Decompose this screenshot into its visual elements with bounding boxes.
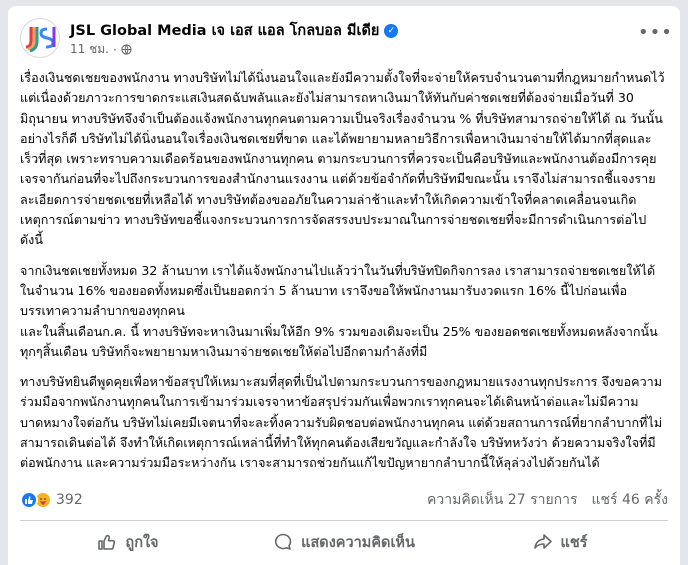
engagement-counts: ความคิดเห็น 27 รายการ แชร์ 46 ครั้ง [427, 489, 668, 511]
thumbs-up-icon [98, 534, 116, 550]
like-reaction-icon [20, 491, 38, 509]
reaction-icons [20, 491, 52, 509]
verified-badge-icon: ✓ [384, 23, 399, 38]
page-name[interactable]: JSL Global Media เจ เอส แอล โกลบอล มีเดี… [70, 19, 379, 42]
post-paragraph: จากเงินชดเชยทั้งหมด 32 ล้านบาท เราได้แจ้… [20, 262, 658, 359]
post-header: JSL Global Media เจ เอส แอล โกลบอล มีเดี… [20, 16, 672, 60]
jsl-logo-icon [25, 27, 56, 53]
like-label: ถูกใจ [125, 534, 159, 551]
comment-label: แสดงความคิดเห็น [301, 534, 415, 551]
post-body: เรื่องเงินชดเชยของพนักงาน ทางบริษัทไม่ได… [20, 68, 668, 484]
comment-icon [275, 533, 292, 550]
ellipsis-icon[interactable]: ••• [638, 20, 672, 50]
meta-separator: · [112, 42, 117, 57]
post-paragraph: เรื่องเงินชดเชยของพนักงาน ทางบริษัทไม่ได… [20, 70, 665, 248]
share-button[interactable]: แชร์ [452, 525, 668, 559]
reaction-summary[interactable]: 392 [20, 491, 83, 509]
actions-divider [20, 520, 668, 521]
post-card: JSL Global Media เจ เอส แอล โกลบอล มีเดี… [8, 6, 680, 565]
post-actions: ถูกใจ แสดงความคิดเห็น แชร์ [20, 524, 668, 560]
share-label: แชร์ [560, 534, 588, 551]
like-button[interactable]: ถูกใจ [20, 525, 236, 559]
reactions-bar: 392 ความคิดเห็น 27 รายการ แชร์ 46 ครั้ง [20, 489, 668, 511]
share-count[interactable]: แชร์ 46 ครั้ง [592, 489, 668, 511]
post-time[interactable]: 11 ชม. [70, 40, 109, 59]
comment-button[interactable]: แสดงความคิดเห็น [236, 525, 452, 559]
page-avatar[interactable] [20, 18, 60, 58]
reaction-count[interactable]: 392 [56, 492, 83, 508]
globe-icon [121, 44, 132, 55]
share-icon [533, 534, 552, 549]
page-name-row: JSL Global Media เจ เอส แอล โกลบอล มีเดี… [70, 19, 399, 42]
comment-count[interactable]: ความคิดเห็น 27 รายการ [427, 489, 578, 511]
post-meta: 11 ชม. · [70, 40, 132, 59]
post-paragraph: ทางบริษัทยินดีพูดคุยเพื่อหาข้อสรุปให้เหม… [20, 374, 663, 471]
